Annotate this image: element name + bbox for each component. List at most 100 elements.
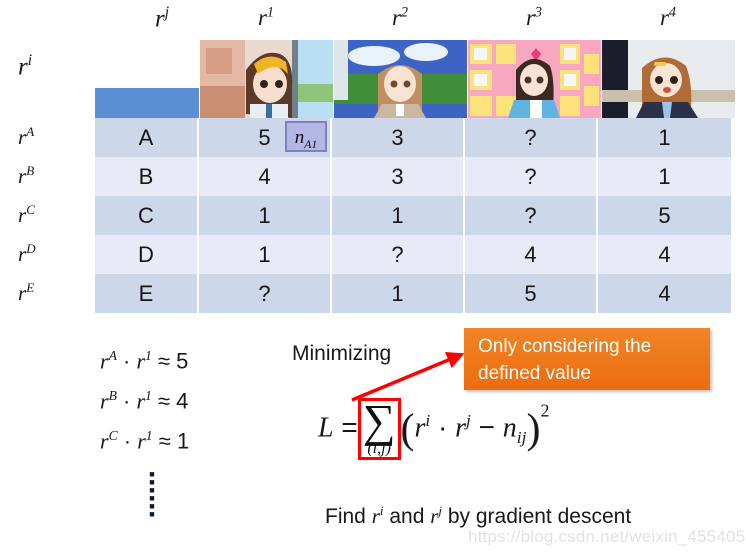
anime-thumbnail-misaka [334,40,467,118]
table-row[interactable]: D 1 ? 4 4 [95,235,736,274]
eq-b-rhs-sup: 1 [145,388,152,403]
cell-d2[interactable]: ? [332,235,465,274]
column-header-base-4: r [659,5,669,30]
loss-term2-base: r [455,412,467,444]
row-label-e: rE [18,280,80,306]
watermark-text: https://blog.csdn.net/weixin_45540546 [468,527,746,546]
minimizing-label: Minimizing [292,342,392,365]
column-header-label-3: r3 [467,4,601,31]
loss-term1-sup: i [425,411,431,431]
eq-a-rhs-sup: 1 [145,348,152,363]
cell-d1[interactable]: 1 [199,235,332,274]
eq-c-approx: ≈ [158,428,171,454]
cell-d4[interactable]: 4 [598,235,731,274]
cell-c3[interactable]: ? [465,196,598,235]
column-header-label-4: r4 [601,4,735,31]
row-name-c: C [95,196,199,235]
cell-e3[interactable]: 5 [465,274,598,313]
column-header-label-2: r2 [333,4,467,31]
loss-exponent: 2 [540,400,550,421]
row-label-a: rA [18,124,80,150]
loss-equation: L = ∑ (i,j) (ri · rj − nij)2 [318,398,549,460]
table-header-blue-cell [95,88,199,118]
column-header-label-1: r1 [199,4,333,31]
table-row[interactable]: C 1 1 ? 5 [95,196,736,235]
eq-c-rhs-base: r [137,428,146,454]
eq-b-lhs-base: r [100,388,109,414]
find-middle: and [383,505,431,528]
eq-c-lhs-sup: C [108,428,118,443]
cell-e1[interactable]: ? [199,274,332,313]
loss-term3-base: n [502,412,517,444]
thumb-4-art [602,40,735,118]
table-row[interactable]: E ? 1 5 4 [95,274,736,313]
thumb-3-art [468,40,601,118]
cell-a3[interactable]: ? [465,118,598,157]
loss-term1-base: r [414,412,426,444]
cell-c2[interactable]: 1 [332,196,465,235]
row-label-sup-a: A [26,124,35,139]
eq-a-rhs-base: r [136,348,146,374]
table-row[interactable]: A 5 nA1 3 ? 1 [95,118,736,157]
cell-a2[interactable]: 3 [332,118,465,157]
row-label-base-d: r [18,242,27,266]
row-label-sup-e: E [26,280,35,295]
column-axis-superscript: j [164,4,170,21]
row-label-base-c: r [18,203,27,227]
highlight-chip-na1[interactable]: nA1 [285,121,327,152]
callout-box: Only considering the defined value [464,328,710,390]
cell-c4[interactable]: 5 [598,196,731,235]
loss-open-paren: ( [400,406,415,453]
cell-b4[interactable]: 1 [598,157,731,196]
eq-a-approx: ≈ [157,348,171,374]
summation-subscript: (i,j) [367,440,391,457]
cell-a4[interactable]: 1 [598,118,731,157]
left-equation-a: rA · r1 ≈ 5 [100,348,188,374]
row-label-base-e: r [18,281,27,305]
callout-line-2: defined value [478,363,592,384]
chip-base: n [294,127,305,148]
row-name-a: A [95,118,199,157]
vertical-ellipsis: ■ ■ ■ ■ ■ ■ [148,470,156,519]
cell-e4[interactable]: 4 [598,274,731,313]
eq-a-lhs-sup: A [108,348,117,363]
eq-c-dot: · [123,428,132,454]
row-label-b: rB [18,163,80,189]
cell-b2[interactable]: 3 [332,157,465,196]
anime-thumbnail-yui [602,40,735,118]
column-header-sup-4: 4 [668,4,677,21]
cell-a1[interactable]: 5 nA1 [199,118,332,157]
eq-b-approx: ≈ [157,388,171,414]
find-sym1-base: r [371,504,380,528]
callout-line-1: Only considering the [478,336,652,357]
row-label-base-b: r [18,164,27,188]
loss-term2-sup: j [466,411,471,431]
eq-b-dot: · [123,388,131,414]
eq-c-rhs-sup: 1 [145,428,153,443]
row-label-sup-d: D [26,241,36,256]
eq-a-dot: · [123,348,131,374]
cell-b1[interactable]: 4 [199,157,332,196]
row-label-sup-c: C [26,202,35,217]
cell-b3[interactable]: ? [465,157,598,196]
eq-a-value: 5 [176,348,189,374]
cell-c1[interactable]: 1 [199,196,332,235]
thumb-2-art [334,40,467,118]
summation-highlight-box: ∑ (i,j) [357,398,401,460]
loss-equals: = [341,411,358,443]
row-name-b: B [95,157,199,196]
left-equation-b: rB · r1 ≈ 4 [100,388,188,414]
chip-subscript: A1 [304,137,318,151]
row-label-d: rD [18,241,80,267]
row-name-e: E [95,274,199,313]
loss-term3-sub: ij [516,427,527,447]
table-row[interactable]: B 4 3 ? 1 [95,157,736,196]
row-axis-base: r [18,53,28,81]
eq-b-lhs-sup: B [108,388,117,403]
cell-d3[interactable]: 4 [465,235,598,274]
cell-e2[interactable]: 1 [332,274,465,313]
eq-b-value: 4 [176,388,189,414]
loss-dot: · [438,411,448,443]
eq-b-rhs-base: r [136,388,146,414]
ratings-table: A 5 nA1 3 ? 1 B 4 3 ? 1 C 1 1 ? 5 D 1 ? … [95,40,736,313]
